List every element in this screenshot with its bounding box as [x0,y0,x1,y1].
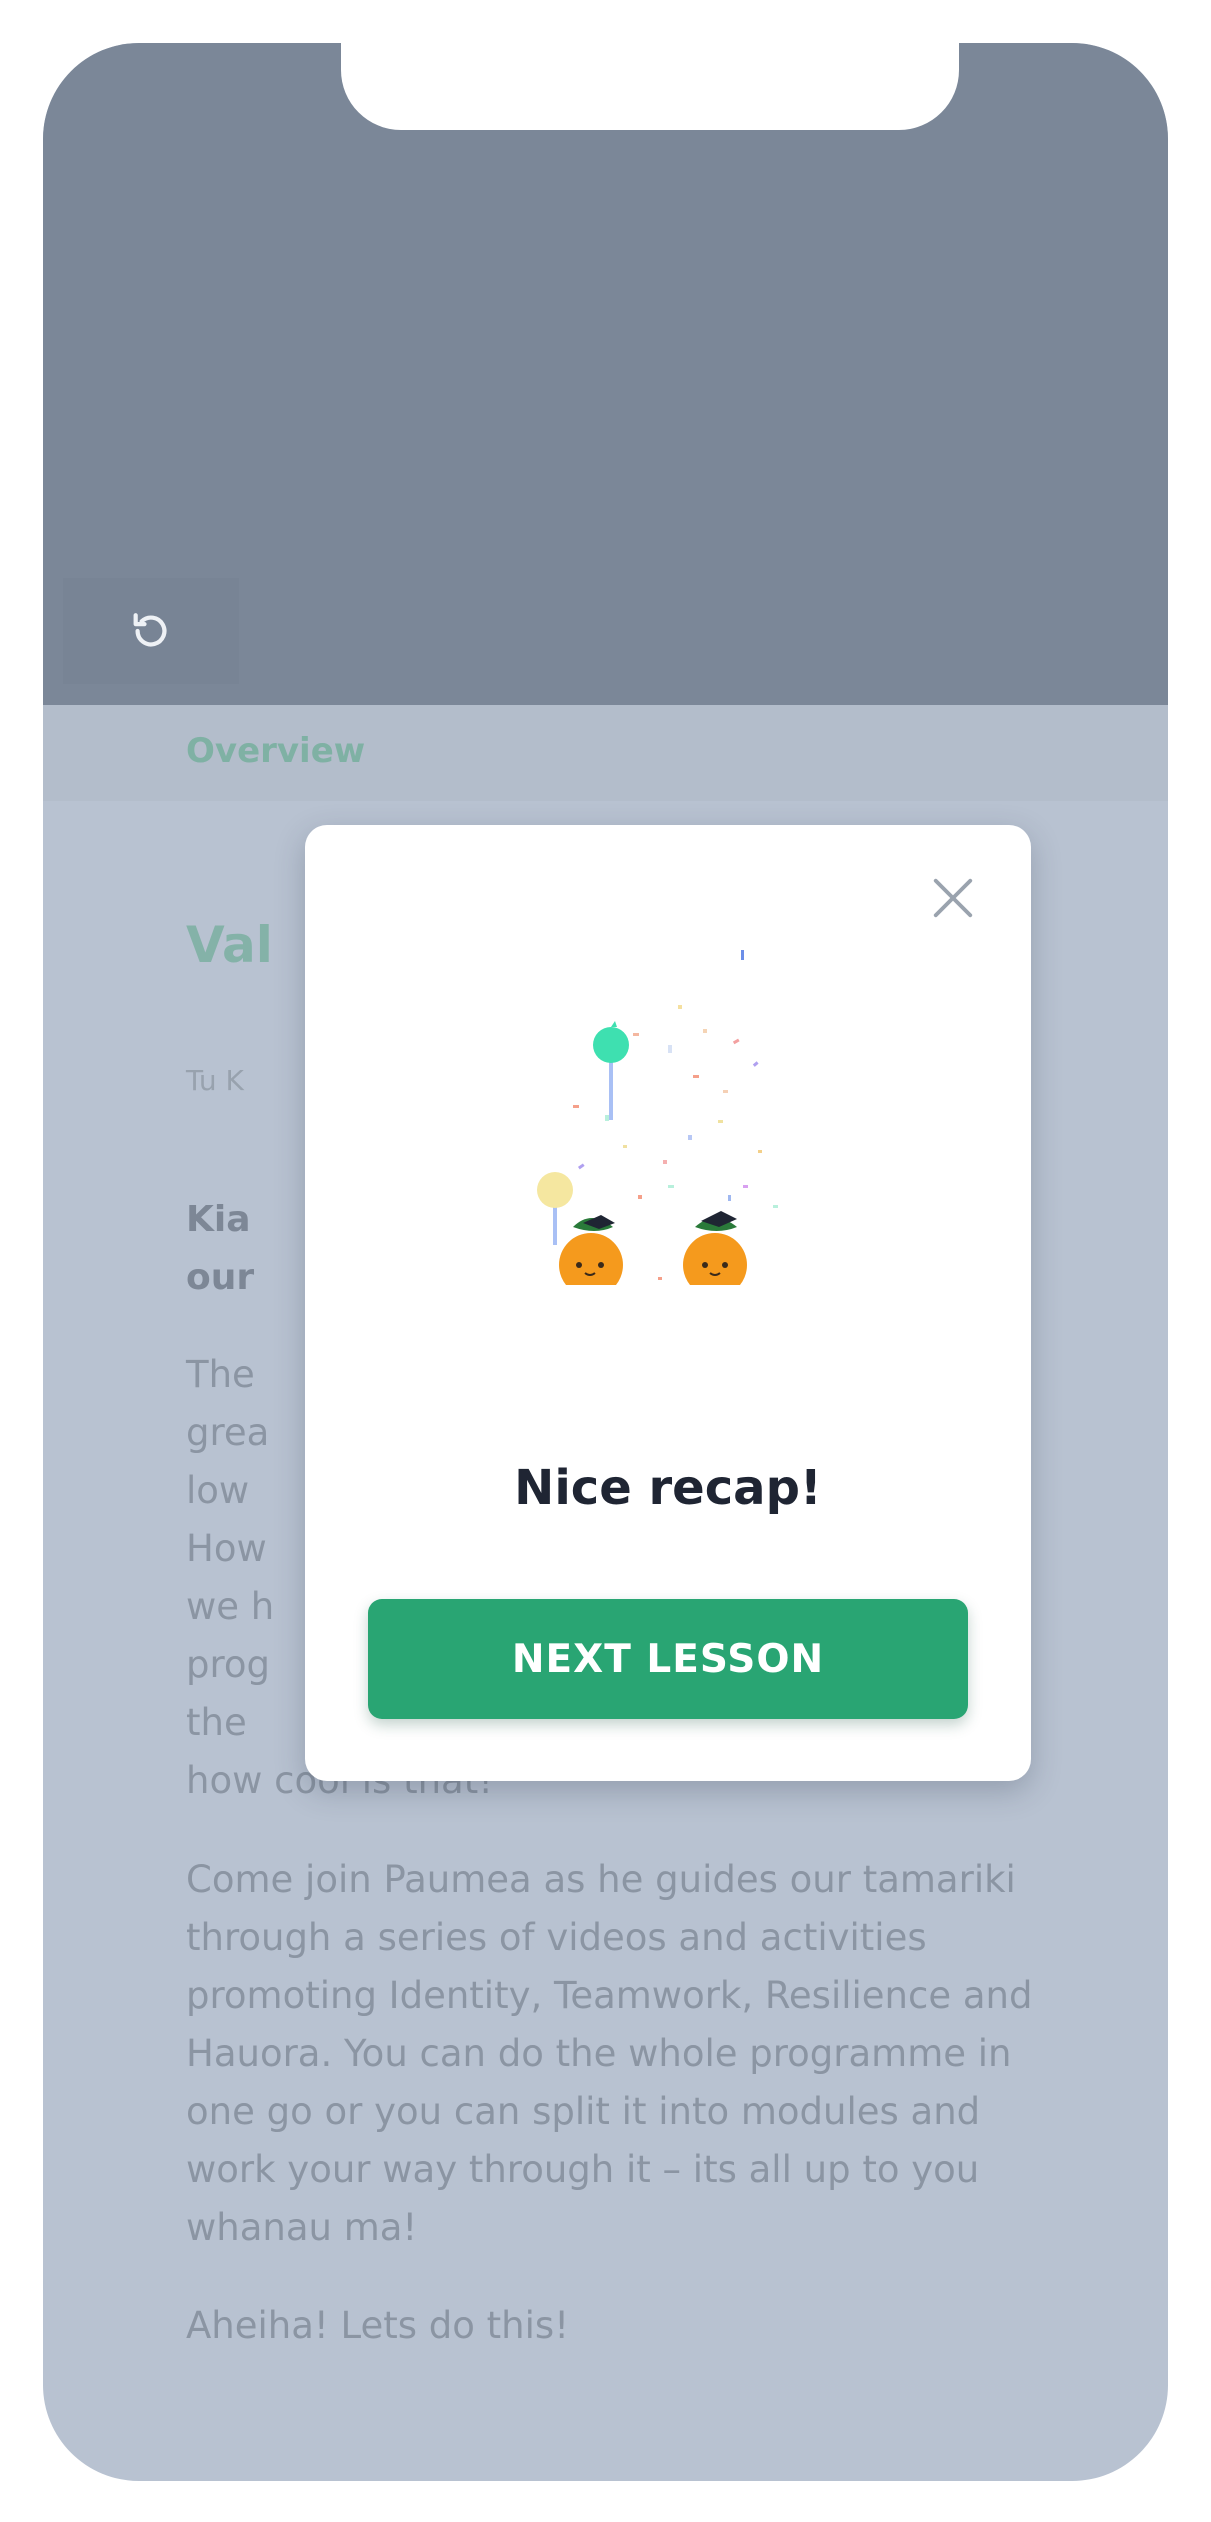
lesson-tabs: Overview [43,705,1168,801]
lesson-meta: Tu K [186,1064,244,1097]
close-icon[interactable] [930,875,976,921]
orange-character-left [559,1215,623,1285]
confetti [573,950,778,1280]
next-lesson-button[interactable]: NEXT LESSON [368,1599,968,1719]
celebration-illustration [537,950,778,1285]
modal-title: Nice recap! [514,1460,822,1516]
phone-screen: Overview Val Tu K Kia o” our The grea lo… [43,43,1168,2481]
device-notch [341,43,959,130]
lesson-paragraph-3: Aheiha! Lets do this! [186,2304,570,2347]
lesson-paragraph-2: Come join Paumea as he guides our tamari… [186,1858,1033,2249]
tab-overview[interactable]: Overview [186,731,365,771]
lesson-title: Val [186,916,273,974]
orange-character-right [683,1211,747,1285]
video-area[interactable] [43,43,1168,705]
replay-icon [133,613,167,647]
completion-modal: Nice recap! NEXT LESSON [305,825,1031,1781]
replay-button[interactable] [63,578,239,684]
